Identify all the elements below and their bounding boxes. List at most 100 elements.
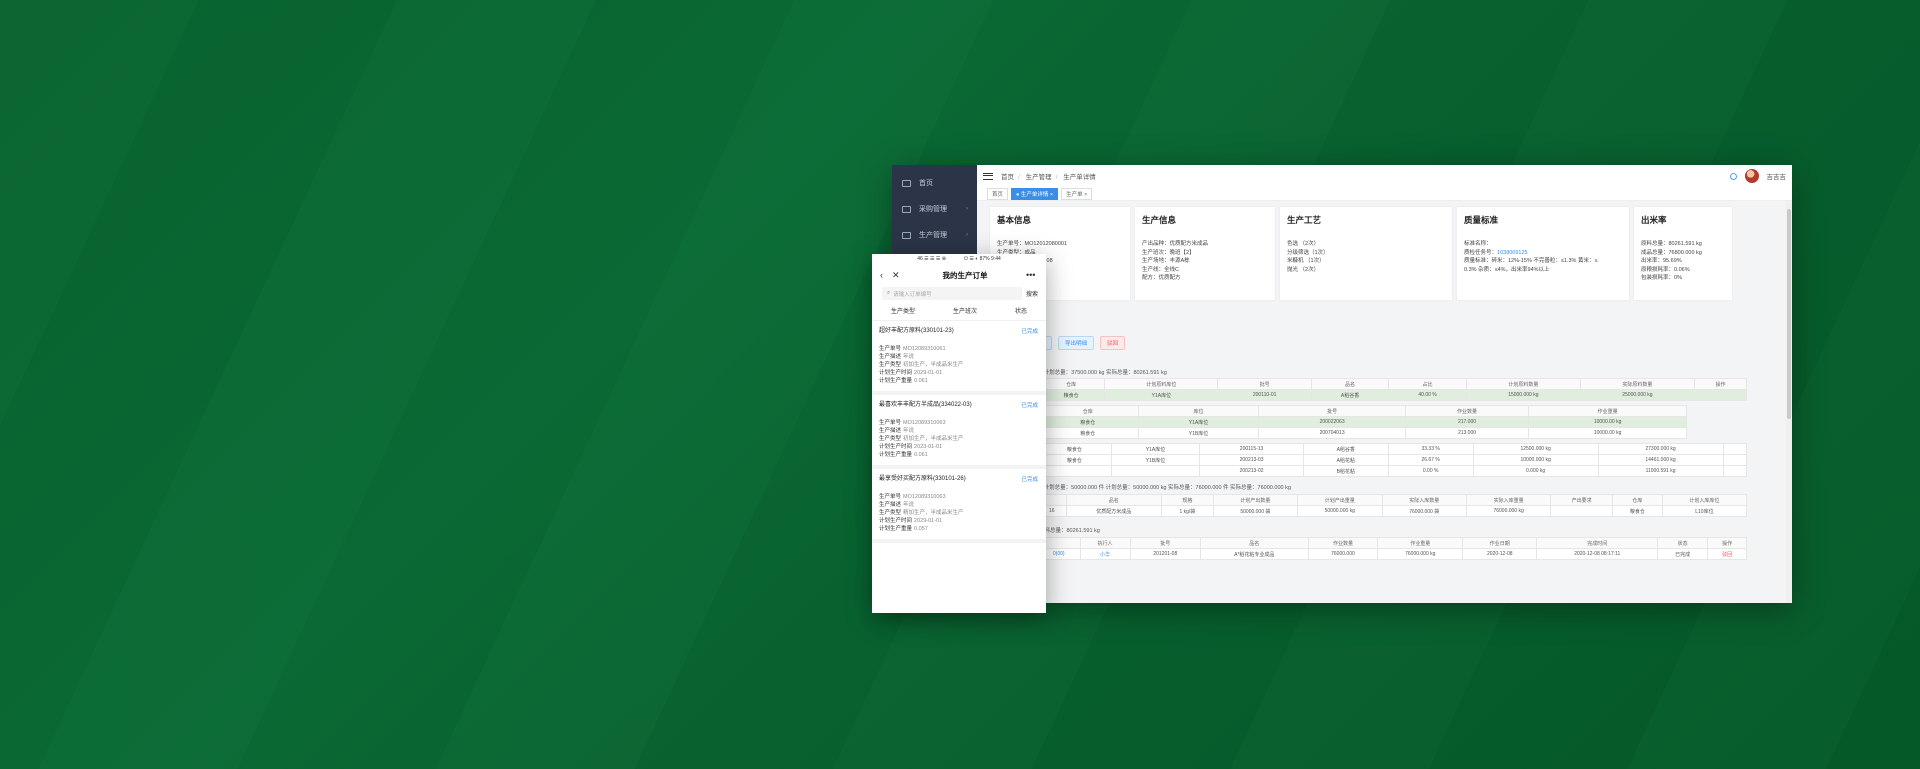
table-cell: 200115-13 <box>1199 443 1304 455</box>
table-cell: 40.00 % <box>1388 389 1467 401</box>
column-header: 作业重量 <box>1377 537 1464 549</box>
search-button[interactable]: 搜索 <box>1026 289 1038 298</box>
table-row[interactable]: 粮食仓 Y1A库位 200115-13 A稻谷香 33.33 % 12500.0… <box>1037 443 1747 455</box>
table-row[interactable]: 0(00) 小华 201201-08 A*稻花粘专业成品 76000.000 7… <box>1037 548 1747 560</box>
table-cell-link[interactable]: 小华 <box>1079 548 1131 560</box>
table-cell: Y1A库位 <box>1110 443 1201 455</box>
column-header: 实际入库数量 <box>1381 494 1467 506</box>
table-row[interactable]: 粮食仓 Y1B库位 200704013 213.000 10000.00 kg <box>1037 427 1687 439</box>
table-row[interactable]: 200213-02 B稻花粘 0.00 % 0.000 kg 11000.591… <box>1037 465 1747 477</box>
order-field: 生产描述 年说 <box>879 501 1038 509</box>
quality-task-link[interactable]: 1038009125 <box>1497 250 1528 256</box>
column-header: 库位 <box>1137 405 1260 417</box>
field-value: 2029-01-01 <box>914 370 943 376</box>
field-label: 计划生产时间 <box>879 518 913 524</box>
field-value: 精加生产，半成品米生产 <box>903 510 964 516</box>
table-row[interactable]: 16 优质配方米成品 1 kg/袋 50000.000 袋 50000.000 … <box>1037 505 1748 517</box>
table-cell: 76000.000 kg <box>1465 505 1552 517</box>
table-cell: 15000.000 kg <box>1465 389 1581 401</box>
sidebar-item-label: 生产管理 <box>919 232 947 239</box>
notification-icon[interactable] <box>1729 172 1737 180</box>
search-input[interactable]: ⌕ 请输入订单编号 <box>882 287 1022 300</box>
status-badge: 已完成 <box>1021 403 1038 409</box>
field-value: MO12089310063 <box>903 420 946 426</box>
column-header: 操作 <box>1693 378 1748 390</box>
table-row[interactable]: 粮食仓 Y1B库位 200213-03 A稻花粘 26.67 % 10000.0… <box>1037 454 1747 466</box>
filter-shift[interactable]: 生产班次 <box>953 306 977 315</box>
card-quality: 质量标准 标准名称： 质检任务号：1038009125 质量标准：碎米：12%-… <box>1457 207 1629 300</box>
order-card[interactable]: 最享受好买配方原料(330101-26) 已完成 生产单号 MO120893100… <box>872 469 1046 543</box>
field-label: 生产描述 <box>879 502 902 508</box>
table-cell: 2020-12-08 08:17:11 <box>1536 548 1659 560</box>
filter-status[interactable]: 状态 <box>1015 306 1027 315</box>
order-field: 生产描述 年说 <box>879 427 1038 435</box>
menu-toggle-icon[interactable] <box>983 172 993 180</box>
field-value: 2029-01-01 <box>914 518 943 524</box>
breadcrumb-item[interactable]: 生产管理 <box>1026 174 1052 181</box>
field-value: 初加生产，半成品米生产 <box>903 436 964 442</box>
breadcrumb-item[interactable]: 首页 <box>1001 174 1014 181</box>
table-cell <box>1693 389 1748 401</box>
column-header: 批号 <box>1217 378 1312 390</box>
card-line-label: 质检任务号： <box>1464 249 1498 256</box>
field-value: 年说 <box>903 502 915 508</box>
order-field: 计划生产重量 0.061 <box>879 377 1038 385</box>
status-right: ⏻ ☰ ◐ 87% 9:44 <box>964 256 1001 262</box>
reject-link[interactable]: 驳回 <box>1707 548 1747 560</box>
table-cell: 10000.00 kg <box>1528 427 1687 439</box>
export-detail-button[interactable]: 导出明细 <box>1058 336 1095 350</box>
chevron-right-icon: › <box>966 232 968 238</box>
table-cell: 0.000 kg <box>1472 465 1599 477</box>
tag-production-detail[interactable]: ● 生产单详情 × <box>1011 187 1059 200</box>
card-line: 配方：优质配方 <box>1142 275 1181 281</box>
table-cell: A稻谷香 <box>1302 443 1389 455</box>
order-card[interactable]: 最喜欢丰丰配方半成品(334022-03) 已完成 生产单号 MO12089310… <box>872 395 1046 469</box>
card-line: 生产单号：MO12012080001 <box>997 241 1068 247</box>
table-cell: 200213-03 <box>1199 454 1304 466</box>
table-row[interactable]: 粮食仓 Y1A库位 200110-01 A稻谷香 40.00 % 15000.0… <box>1036 389 1748 401</box>
field-value: 0.061 <box>914 378 928 384</box>
sidebar-item-home[interactable]: 首页 <box>892 170 977 196</box>
reject-button[interactable]: 驳回 <box>1100 336 1126 350</box>
search-bar: ⌕ 请输入订单编号 搜索 <box>882 286 1038 301</box>
order-field: 生产单号 MO12089310063 <box>879 419 1038 427</box>
card-title: 出米率 <box>1641 215 1667 225</box>
column-header: 完成时间 <box>1536 537 1659 549</box>
back-icon[interactable]: ‹ <box>880 270 892 280</box>
breadcrumb: 首页 / 生产管理 / 生产单详情 <box>1001 174 1096 181</box>
card-line: 产出品种：优质配方米成品 <box>1142 241 1209 247</box>
table-cell <box>1037 465 1112 477</box>
filter-production-type[interactable]: 生产类型 <box>891 306 915 315</box>
close-icon[interactable]: ✕ <box>892 270 904 281</box>
more-icon[interactable]: ••• <box>1026 270 1038 280</box>
table-cell: 0.00 % <box>1387 465 1474 477</box>
column-header: 操作 <box>1707 537 1747 549</box>
order-field: 计划生产时间 2029-01-01 <box>879 517 1038 525</box>
sidebar-item-purchase[interactable]: 采购管理 › <box>892 196 977 222</box>
table-row[interactable]: 粮食仓 Y1A库位 200022063 217.000 10000.00 kg <box>1037 416 1687 428</box>
avatar[interactable] <box>1744 169 1759 183</box>
tag-home[interactable]: 首页 <box>987 187 1009 200</box>
sidebar-item-production[interactable]: 生产管理 › <box>892 222 977 248</box>
search-icon: ⌕ <box>887 290 891 296</box>
filter-bar: 生产类型 生产班次 状态 <box>872 301 1046 321</box>
order-field: 生产单号 MO12089310061 <box>879 345 1038 353</box>
order-field: 计划生产时间 2023-01-01 <box>879 443 1038 451</box>
scrollbar-thumb[interactable] <box>1787 209 1791 419</box>
order-field: 计划生产重量 0.057 <box>879 525 1038 533</box>
order-card[interactable]: 超好丰配方原料(330101-23) 已完成 生产单号 MO12089310061… <box>872 321 1046 395</box>
vertical-scrollbar[interactable] <box>1786 201 1792 603</box>
column-header: 计划原料库位 <box>1104 378 1219 390</box>
table-cell: 12500.000 kg <box>1472 443 1599 455</box>
raw-material-summary: 4 计划总量：37500.000 kg 实际总量：80261.591 kg <box>1039 370 1167 376</box>
card-line: 生产线：全线C <box>1142 266 1179 273</box>
column-header: 产出要求 <box>1550 494 1613 506</box>
table-cell: Y1B库位 <box>1137 427 1260 439</box>
tag-production-order[interactable]: 生产单 × <box>1061 187 1093 200</box>
breadcrumb-item: 生产单详情 <box>1063 174 1096 181</box>
status-bar: 46 ☰ ☰ ☰ ⊕ ⏻ ☰ ◐ 87% 9:44 <box>872 254 1046 264</box>
table-cell: 200704013 <box>1258 427 1406 439</box>
table-cell: 33.33 % <box>1387 443 1474 455</box>
column-header: 计划产出数量 <box>1212 494 1298 506</box>
user-name[interactable]: 吉吉吉 <box>1767 171 1787 181</box>
